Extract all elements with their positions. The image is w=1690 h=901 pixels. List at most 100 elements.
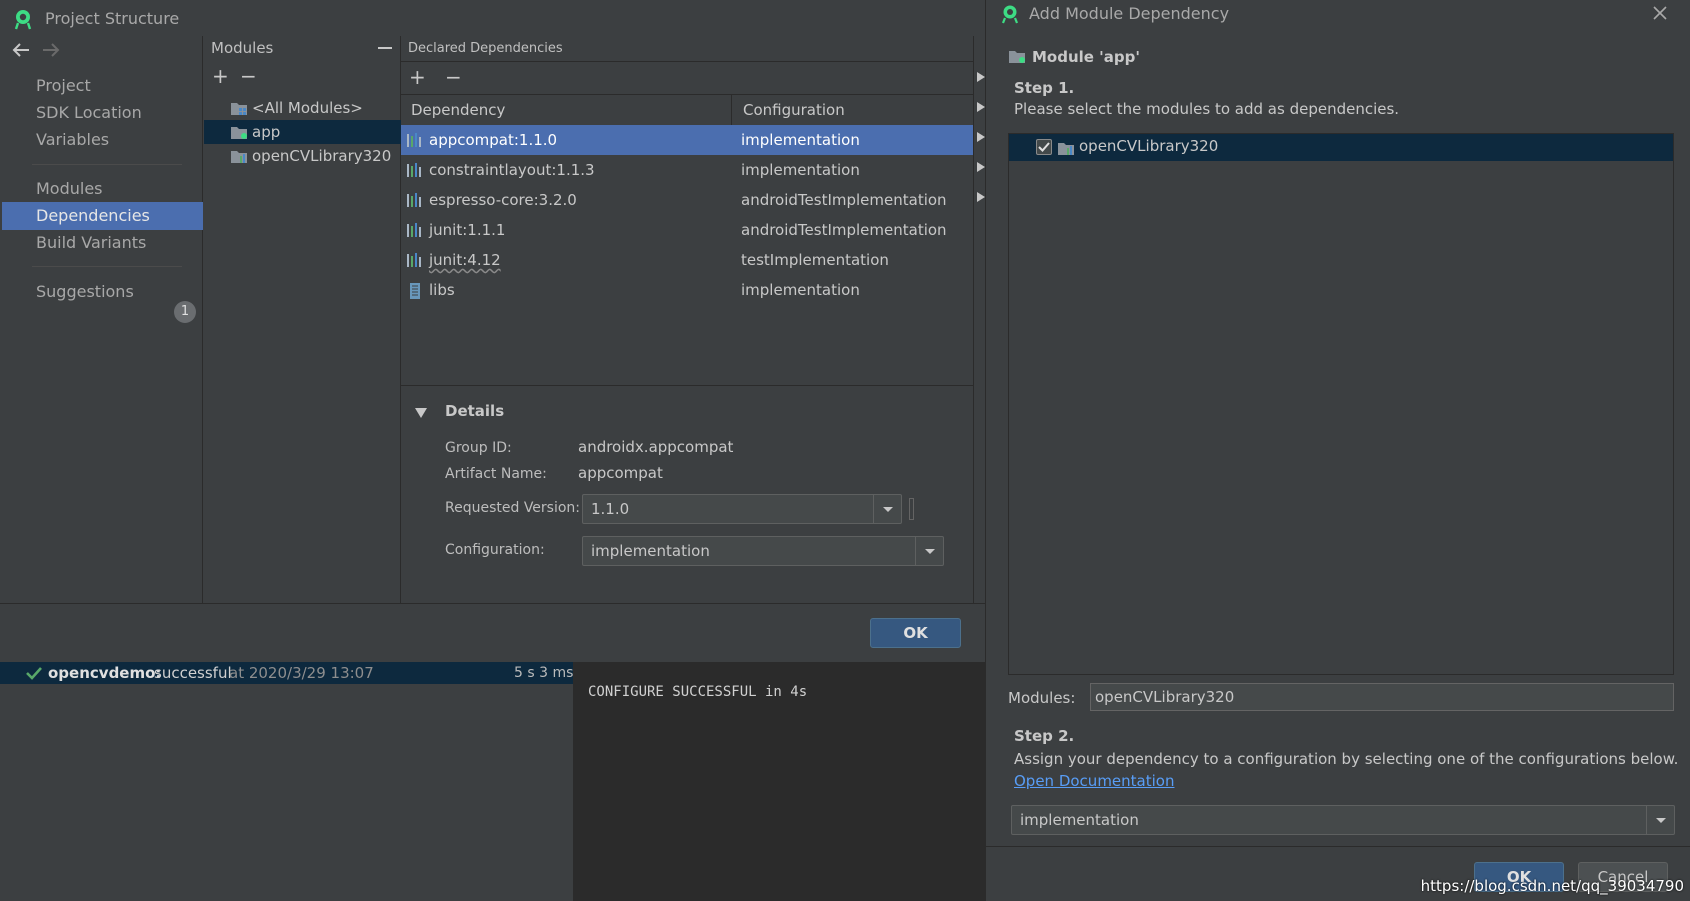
build-project-name: opencvdemo: (48, 664, 162, 682)
modules-field-value: openCVLibrary320 (1095, 688, 1235, 706)
nav-item-suggestions[interactable]: Suggestions (2, 278, 203, 306)
configuration-combo[interactable]: implementation (582, 536, 944, 566)
library-icon (407, 223, 425, 237)
nav-item-sdk-location[interactable]: SDK Location (2, 99, 203, 127)
artifact-name-value: appcompat (578, 464, 663, 482)
add-module-button[interactable]: + (212, 66, 229, 86)
table-row[interactable]: junit:1.1.1 androidTestImplementation (401, 215, 973, 245)
dependency-configuration: implementation (741, 131, 860, 149)
build-timestamp: at 2020/3/29 13:07 (229, 664, 374, 682)
chevron-down-icon[interactable] (873, 495, 901, 523)
configuration-label: Configuration: (445, 542, 545, 558)
table-row[interactable]: constraintlayout:1.1.3 implementation (401, 155, 973, 185)
declared-dependencies-pane: Declared Dependencies + − Dependency Con… (401, 36, 973, 603)
module-checkbox[interactable] (1036, 139, 1052, 155)
library-module-folder-icon (1057, 140, 1075, 156)
forward-arrow-icon[interactable] (42, 42, 60, 58)
nav-item-modules[interactable]: Modules (2, 175, 203, 203)
dependency-name: junit:4.12 (429, 251, 501, 269)
build-output-panel: opencvdemo: successful at 2020/3/29 13:0… (0, 662, 985, 901)
modules-field[interactable]: openCVLibrary320 (1090, 683, 1674, 711)
module-selection-list: openCVLibrary320 (1008, 133, 1674, 675)
table-row[interactable]: junit:4.12 testImplementation (401, 245, 973, 275)
app-module-folder-icon (1008, 48, 1026, 64)
dependency-configuration: androidTestImplementation (741, 191, 947, 209)
module-item-all-modules[interactable]: <All Modules> (204, 96, 401, 120)
dependency-configuration: androidTestImplementation (741, 221, 947, 239)
collapse-icon[interactable] (378, 47, 392, 49)
add-module-dependency-dialog: Add Module Dependency Module 'app' Step … (985, 0, 1690, 901)
table-row[interactable]: appcompat:1.1.0 implementation (401, 125, 973, 155)
dependency-name: junit:1.1.1 (429, 221, 506, 239)
dependency-configuration: implementation (741, 161, 860, 179)
add-dependency-button[interactable]: + (409, 67, 426, 87)
column-header-dependency[interactable]: Dependency (401, 95, 732, 125)
dialog-button-bar: OK (0, 603, 985, 662)
dependencies-table: Dependency Configuration appcompat:1.1.0… (401, 94, 973, 386)
collapse-triangle-icon[interactable] (415, 408, 427, 418)
nav-item-variables[interactable]: Variables (2, 126, 203, 154)
nav-item-project[interactable]: Project (2, 72, 203, 100)
list-item[interactable]: openCVLibrary320 (1009, 134, 1673, 161)
title-bar: Project Structure (0, 0, 985, 36)
requested-version-combo[interactable]: 1.1.0 (582, 494, 902, 524)
build-duration: 5 s 3 ms (514, 665, 574, 681)
modules-label: Modules: (1008, 689, 1076, 707)
build-result-row[interactable]: opencvdemo: successful at 2020/3/29 13:0… (0, 662, 573, 684)
android-studio-logo-icon (1000, 4, 1020, 24)
nav-divider (32, 164, 182, 165)
build-console: CONFIGURE SUCCESSFUL in 4s (573, 662, 985, 901)
dependency-configuration: testImplementation (741, 251, 889, 269)
artifact-name-label: Artifact Name: (445, 466, 547, 482)
nav-item-dependencies[interactable]: Dependencies (2, 202, 203, 230)
module-item-opencvlibrary320[interactable]: openCVLibrary320 (204, 144, 401, 168)
suggestions-count-badge: 1 (174, 301, 196, 323)
close-icon[interactable] (1652, 5, 1668, 21)
chevron-down-icon[interactable] (1646, 806, 1674, 834)
remove-dependency-button[interactable]: − (445, 67, 462, 87)
collapsed-side-panel (973, 36, 985, 603)
library-module-folder-icon (230, 148, 248, 164)
console-output: CONFIGURE SUCCESSFUL in 4s (588, 684, 808, 700)
table-row[interactable]: libs implementation (401, 275, 973, 305)
step1-title: Step 1. (1014, 79, 1075, 97)
step2-title: Step 2. (1014, 727, 1075, 745)
library-icon (407, 133, 425, 147)
project-structure-window: Project Structure Project SDK Location V… (0, 0, 985, 662)
configuration-combo[interactable]: implementation (1011, 805, 1675, 835)
step1-text: Please select the modules to add as depe… (1014, 100, 1400, 118)
window-title: Project Structure (45, 9, 180, 28)
remove-module-button[interactable]: − (240, 66, 257, 86)
settings-nav-sidebar: Project SDK Location Variables Modules D… (2, 36, 203, 603)
ok-button[interactable]: OK (870, 618, 961, 648)
nav-item-build-variants[interactable]: Build Variants (2, 229, 203, 257)
step2-text: Assign your dependency to a configuratio… (1014, 750, 1679, 768)
back-arrow-icon[interactable] (12, 42, 30, 58)
configuration-value: implementation (1020, 811, 1139, 829)
chevron-down-icon[interactable] (915, 537, 943, 565)
build-status: successful (154, 664, 232, 682)
table-row[interactable]: espresso-core:3.2.0 androidTestImplement… (401, 185, 973, 215)
modules-pane: Modules + − <All Modules> app openCVLibr… (204, 36, 401, 603)
module-item-app[interactable]: app (204, 120, 401, 144)
module-label: app (252, 123, 281, 141)
module-list-label: openCVLibrary320 (1079, 137, 1219, 155)
android-studio-logo-icon (12, 8, 34, 30)
column-header-configuration[interactable]: Configuration (733, 95, 973, 125)
library-icon (407, 163, 425, 177)
details-section: Details Group ID: androidx.appcompat Art… (401, 386, 973, 603)
requested-version-label: Requested Version: (445, 500, 581, 516)
open-documentation-link[interactable]: Open Documentation (1014, 772, 1174, 790)
details-header: Details (445, 402, 505, 420)
module-title: Module 'app' (1032, 48, 1140, 66)
folder-modules-icon (230, 100, 248, 116)
group-id-value: androidx.appcompat (578, 438, 734, 456)
dependency-name: appcompat:1.1.0 (429, 131, 558, 149)
modules-header: Modules (211, 39, 274, 57)
module-label: <All Modules> (252, 99, 363, 117)
library-icon (407, 253, 425, 267)
declared-dependencies-header: Declared Dependencies (408, 41, 563, 56)
nav-divider (32, 266, 182, 267)
module-label: openCVLibrary320 (252, 147, 392, 165)
watermark-text: https://blog.csdn.net/qq_39034790 (1420, 877, 1684, 895)
